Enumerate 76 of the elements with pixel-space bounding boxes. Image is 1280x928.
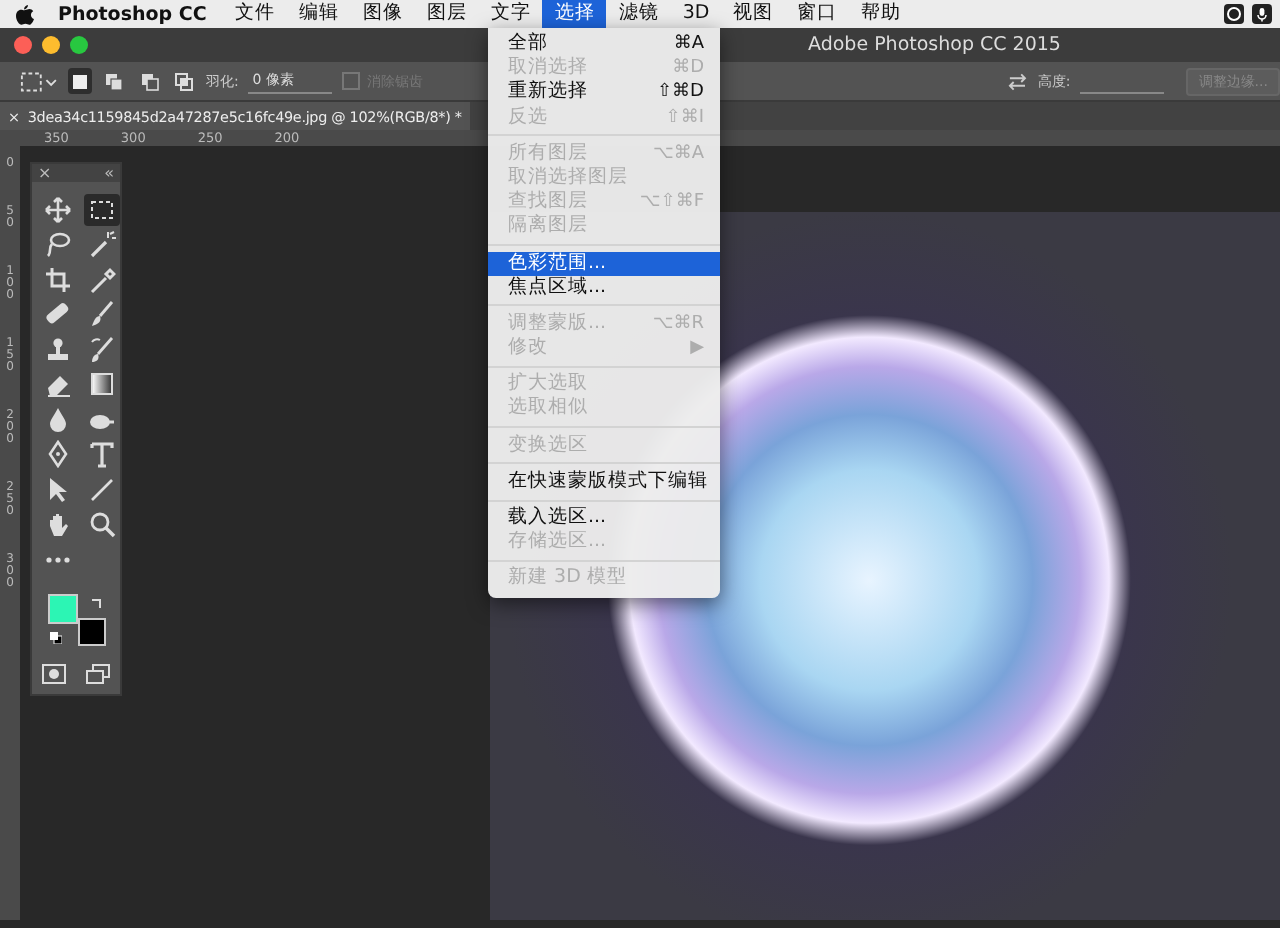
zoom-icon xyxy=(88,510,116,539)
menu-item: 选取相似 xyxy=(506,396,590,422)
type-icon xyxy=(88,440,116,469)
menu-bar-item[interactable]: 视图 xyxy=(721,0,786,28)
marquee-preset-icon[interactable] xyxy=(20,69,58,93)
line-icon xyxy=(88,475,116,504)
menu-item: 调整蒙版... ⌥⌘R xyxy=(506,311,706,337)
menu-bar-item[interactable]: 3D xyxy=(670,0,722,28)
menu-item[interactable]: 载入选区... xyxy=(488,506,720,531)
pen-icon xyxy=(44,440,72,469)
menu-item: 查找图层 ⌥⇧⌘F xyxy=(506,190,706,214)
intersect-selection-icon xyxy=(173,71,194,91)
background-color-swatch[interactable] xyxy=(78,617,106,645)
menu-bar-item[interactable]: 文字 xyxy=(478,0,543,28)
history-brush-icon xyxy=(88,335,116,364)
close-window-button[interactable] xyxy=(14,36,32,54)
new-selection-icon xyxy=(70,71,90,91)
menu-item[interactable]: 重新选择 ⇧⌘D xyxy=(488,80,720,106)
crop-tool-button[interactable] xyxy=(40,264,76,295)
close-panel-button[interactable]: × xyxy=(38,164,52,182)
zoom-window-button[interactable] xyxy=(70,36,88,54)
minimize-window-button[interactable] xyxy=(42,36,60,54)
menu-bar-item[interactable]: 图层 xyxy=(414,0,479,28)
cursor-arrow-icon xyxy=(44,475,72,504)
window-title: Adobe Photoshop CC 2015 xyxy=(808,34,1061,56)
menu-bar-item[interactable]: 窗口 xyxy=(785,0,850,28)
menu-item[interactable]: 全部 ⌘A xyxy=(488,32,720,57)
quick-mask-icon[interactable] xyxy=(42,663,66,683)
add-selection-icon xyxy=(104,71,125,91)
menu-bar-item[interactable]: 选择 xyxy=(542,0,607,28)
menu-item: 反选 ⇧⌘I xyxy=(506,105,706,130)
gradient-icon xyxy=(88,370,116,399)
menu-item: 取消选择 ⌘D xyxy=(506,56,706,80)
menu-bar-item[interactable]: 帮助 xyxy=(849,0,914,28)
hand-icon xyxy=(44,510,72,539)
submenu-item: 修改 ▶ xyxy=(506,336,706,361)
app-name-menu[interactable]: Photoshop CC xyxy=(34,3,223,25)
dashed-rectangle-tool-button[interactable] xyxy=(84,194,120,225)
menu-item: 变换选区 xyxy=(506,433,590,458)
menu-item[interactable]: 色彩范围... xyxy=(488,251,720,276)
menu-item[interactable]: 在快速蒙版模式下编辑 xyxy=(488,469,720,494)
crop-icon xyxy=(44,265,72,294)
magic-wand-icon xyxy=(88,230,116,259)
eraser-icon xyxy=(44,370,72,399)
add-selection-button[interactable] xyxy=(102,68,127,94)
menu-bar-item[interactable]: 滤镜 xyxy=(606,0,671,28)
menu-item: 隔离图层 xyxy=(506,214,590,239)
new-selection-button[interactable] xyxy=(67,68,93,94)
dashed-rectangle-icon xyxy=(88,195,116,224)
status-circle-icon xyxy=(1224,4,1244,24)
brush-icon xyxy=(88,300,116,329)
menu-item: 扩大选取 xyxy=(506,372,590,396)
menu-bar-item[interactable]: 文件 xyxy=(222,0,287,28)
apple-icon xyxy=(16,3,34,25)
intersect-selection-button[interactable] xyxy=(171,68,196,94)
menu-item: 存储选区... xyxy=(506,530,609,555)
menu-item: 取消选择图层 xyxy=(506,165,630,190)
menu-item: 新建 3D 模型 xyxy=(506,566,629,592)
eyedropper-icon xyxy=(88,265,116,294)
move-arrows-icon xyxy=(44,195,72,224)
type-tool-button[interactable] xyxy=(84,439,120,470)
stamp-icon xyxy=(44,335,72,364)
foreground-color-swatch[interactable] xyxy=(48,593,78,623)
menu-bar-item[interactable]: 图像 xyxy=(350,0,415,28)
menu-item[interactable]: 焦点区域... xyxy=(488,275,720,300)
menu-item: 所有图层 ⌥⌘A xyxy=(506,141,706,166)
move-arrows-tool-button[interactable] xyxy=(40,194,76,225)
collapse-panel-button[interactable]: « xyxy=(104,164,114,182)
drop-icon xyxy=(44,405,72,434)
menu-bar-item[interactable]: 编辑 xyxy=(286,0,351,28)
subtract-selection-icon xyxy=(139,71,160,91)
microphone-icon xyxy=(1252,4,1272,24)
subtract-selection-button[interactable] xyxy=(136,68,162,94)
default-colors-icon[interactable] xyxy=(50,631,62,643)
screen-mode-icon[interactable] xyxy=(86,663,110,683)
lasso-icon xyxy=(44,230,72,259)
